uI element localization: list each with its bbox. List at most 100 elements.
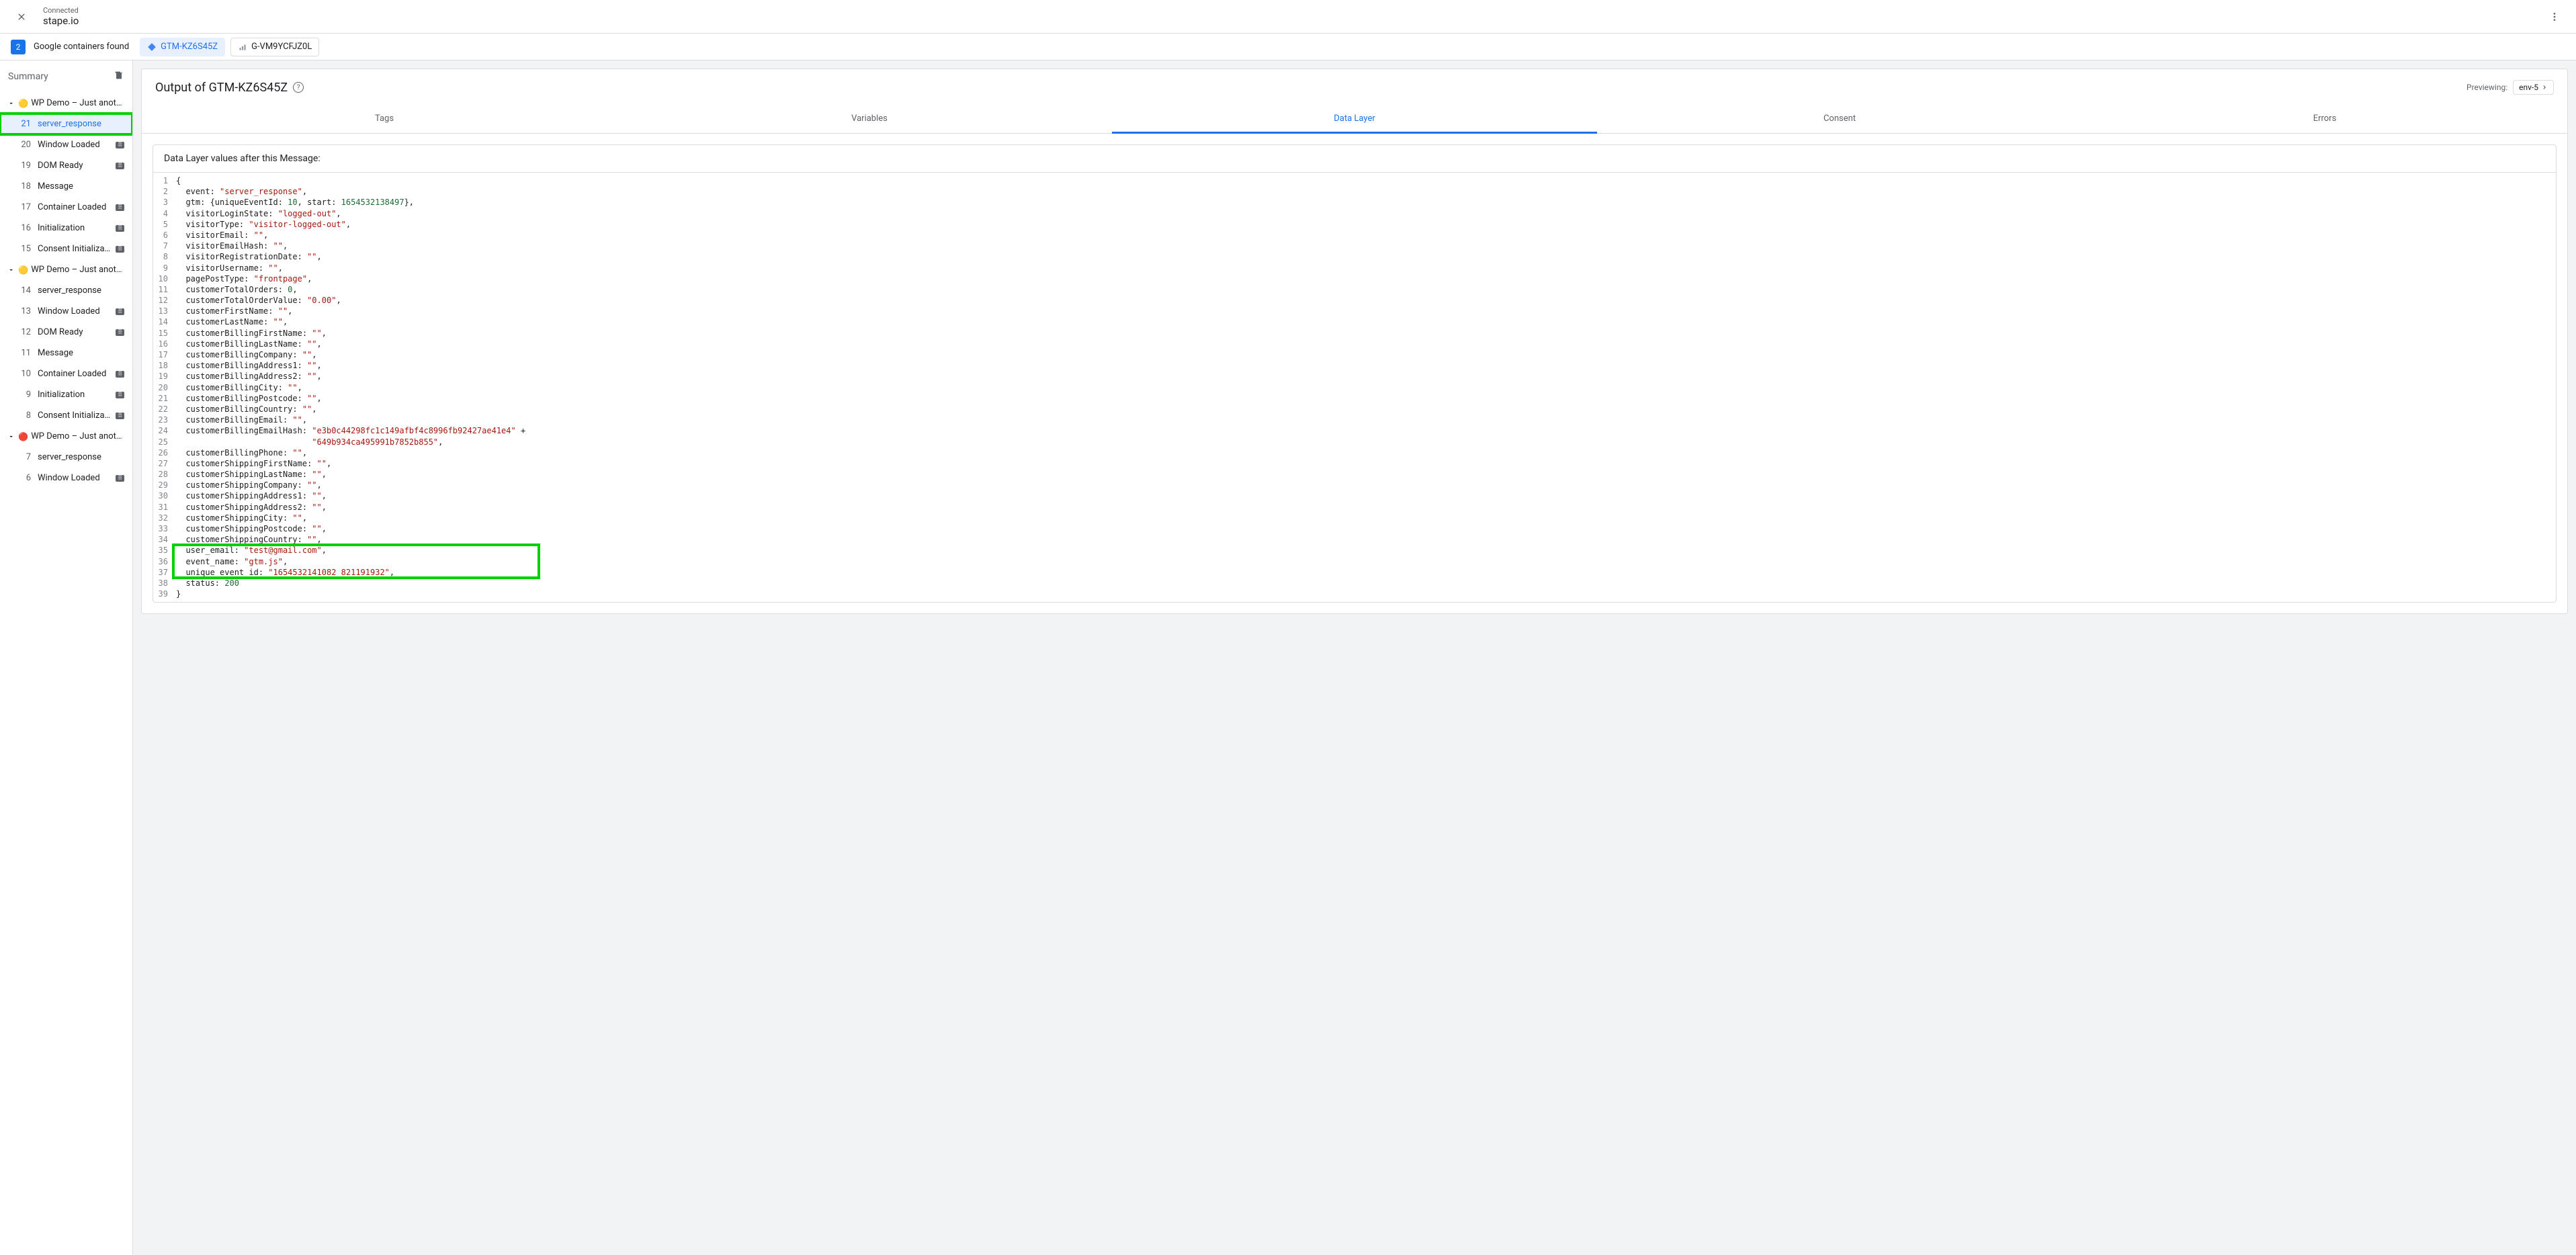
event-dom-ready[interactable]: 12DOM Ready⠿ (0, 322, 132, 343)
host-name: stape.io (43, 15, 79, 27)
event-initialization[interactable]: 16Initialization⠿ (0, 218, 132, 239)
line-number: 22 (153, 404, 173, 415)
trash-icon[interactable] (114, 70, 124, 83)
event-container-loaded[interactable]: 10Container Loaded⠿ (0, 363, 132, 384)
env-selector[interactable]: env-5 (2513, 80, 2554, 95)
tab-data-layer[interactable]: Data Layer (1112, 105, 1597, 134)
event-message[interactable]: 18Message (0, 176, 132, 197)
line-number: 21 (153, 393, 173, 404)
event-container-loaded[interactable]: 17Container Loaded⠿ (0, 197, 132, 218)
containers-found-text: Google containers found (34, 42, 129, 52)
code-line: 34 customerShippingCountry: "", (153, 534, 2556, 545)
code-line: 21 customerBillingPostcode: "", (153, 393, 2556, 404)
line-content: } (173, 589, 181, 599)
help-icon[interactable]: ? (293, 82, 304, 93)
event-number: 10 (19, 369, 31, 379)
line-number: 15 (153, 328, 173, 339)
code-line: 28 customerShippingLastName: "", (153, 469, 2556, 480)
line-number: 28 (153, 469, 173, 480)
event-number: 16 (19, 223, 31, 233)
code-line: 31 customerShippingAddress2: "", (153, 502, 2556, 513)
code-line: 17 customerBillingCompany: "", (153, 349, 2556, 360)
line-content: visitorType: "visitor-logged-out", (173, 219, 351, 230)
card-title: Output of GTM-KZ6S45Z (155, 81, 288, 95)
event-label: Message (38, 348, 124, 358)
event-server_response[interactable]: 14 server_response (0, 280, 132, 301)
tab-variables[interactable]: Variables (627, 105, 1112, 133)
line-number: 26 (153, 447, 173, 458)
event-label: server_response (38, 286, 124, 296)
code-line: 1{ (153, 175, 2556, 186)
line-number: 5 (153, 219, 173, 230)
line-number: 3 (153, 197, 173, 208)
sidebar-group[interactable]: 🟡WP Demo – Just anothe… (0, 259, 132, 280)
code-line: 26 customerBillingPhone: "", (153, 447, 2556, 458)
chevron-right-icon (2541, 84, 2548, 91)
group-title: WP Demo – Just anothe… (31, 431, 124, 441)
event-label: Message (38, 181, 124, 191)
line-number: 35 (153, 545, 173, 556)
datalayer-badge-icon: ⠿ (116, 308, 124, 315)
event-number: 7 (19, 452, 31, 462)
line-content: visitorLoginState: "logged-out", (173, 208, 341, 219)
previewing-label: Previewing: (2466, 83, 2507, 92)
code-line: 22 customerBillingCountry: "", (153, 404, 2556, 415)
line-content: customerBillingCompany: "", (173, 349, 317, 360)
line-number: 14 (153, 316, 173, 327)
event-window-loaded[interactable]: 13Window Loaded⠿ (0, 301, 132, 322)
tab-tags[interactable]: Tags (142, 105, 627, 133)
main: Summary 🟡WP Demo – Just anothe…21server_… (0, 60, 2576, 1255)
code-line: 37 unique_event_id: "1654532141082_82119… (153, 567, 2556, 578)
event-window-loaded[interactable]: 20Window Loaded⠿ (0, 134, 132, 155)
event-message[interactable]: 11Message (0, 343, 132, 363)
event-number: 14 (19, 286, 31, 296)
event-server_response[interactable]: 7server_response (0, 447, 132, 468)
close-icon[interactable] (5, 1, 38, 33)
event-dom-ready[interactable]: 19DOM Ready⠿ (0, 155, 132, 176)
code-line: 9 visitorUsername: "", (153, 263, 2556, 273)
env-value: env-5 (2519, 83, 2538, 92)
chevron-down-icon (8, 100, 14, 107)
event-consent-initialization[interactable]: 8Consent Initialization⠿ (0, 405, 132, 426)
tab-consent[interactable]: Consent (1597, 105, 2082, 133)
event-window-loaded[interactable]: 6Window Loaded⠿ (0, 468, 132, 488)
code-line: 15 customerBillingFirstName: "", (153, 328, 2556, 339)
line-number: 39 (153, 589, 173, 599)
container-pill-GTM-KZ6S45Z[interactable]: GTM-KZ6S45Z (140, 38, 225, 56)
line-content: status: 200 (173, 578, 239, 589)
line-content: customerShippingFirstName: "", (173, 458, 331, 469)
container-pill-G-VM9YCFJZ0L[interactable]: G-VM9YCFJZ0L (230, 38, 319, 56)
event-number: 6 (19, 473, 31, 483)
line-number: 38 (153, 578, 173, 589)
line-number: 34 (153, 534, 173, 545)
chevron-down-icon (8, 433, 14, 440)
line-number: 30 (153, 490, 173, 501)
datalayer-badge-icon: ⠿ (116, 413, 124, 419)
line-content: gtm: {uniqueEventId: 10, start: 16545321… (173, 197, 414, 208)
event-initialization[interactable]: 9Initialization⠿ (0, 384, 132, 405)
sidebar-group[interactable]: 🟡WP Demo – Just anothe… (0, 93, 132, 114)
code-line: 39} (153, 589, 2556, 599)
line-number: 16 (153, 339, 173, 349)
tab-errors[interactable]: Errors (2082, 105, 2567, 133)
event-number: 21 (19, 119, 31, 129)
line-number: 23 (153, 415, 173, 425)
sidebar-header: Summary (0, 60, 132, 93)
line-number: 2 (153, 186, 173, 197)
tab-body: Data Layer values after this Message: 1{… (142, 134, 2567, 613)
code-line: 11 customerTotalOrders: 0, (153, 284, 2556, 295)
code-line: 7 visitorEmailHash: "", (153, 241, 2556, 251)
line-content: visitorRegistrationDate: "", (173, 251, 322, 262)
datalayer-badge-icon: ⠿ (116, 329, 124, 336)
line-content: customerBillingFirstName: "", (173, 328, 327, 339)
event-consent-initialization[interactable]: 15Consent Initialization⠿ (0, 239, 132, 259)
event-server_response[interactable]: 21server_response (0, 114, 132, 134)
datalayer-badge-icon: ⠿ (116, 475, 124, 482)
datalayer-title: Data Layer values after this Message: (153, 145, 2556, 173)
kebab-menu-icon[interactable] (2538, 1, 2571, 33)
event-label: DOM Ready (38, 161, 112, 171)
sidebar-group[interactable]: 🔴WP Demo – Just anothe… (0, 426, 132, 447)
line-content: customerShippingCity: "", (173, 513, 307, 523)
line-content: "649b934ca495991b7852b855", (173, 437, 443, 447)
line-number: 37 (153, 567, 173, 578)
